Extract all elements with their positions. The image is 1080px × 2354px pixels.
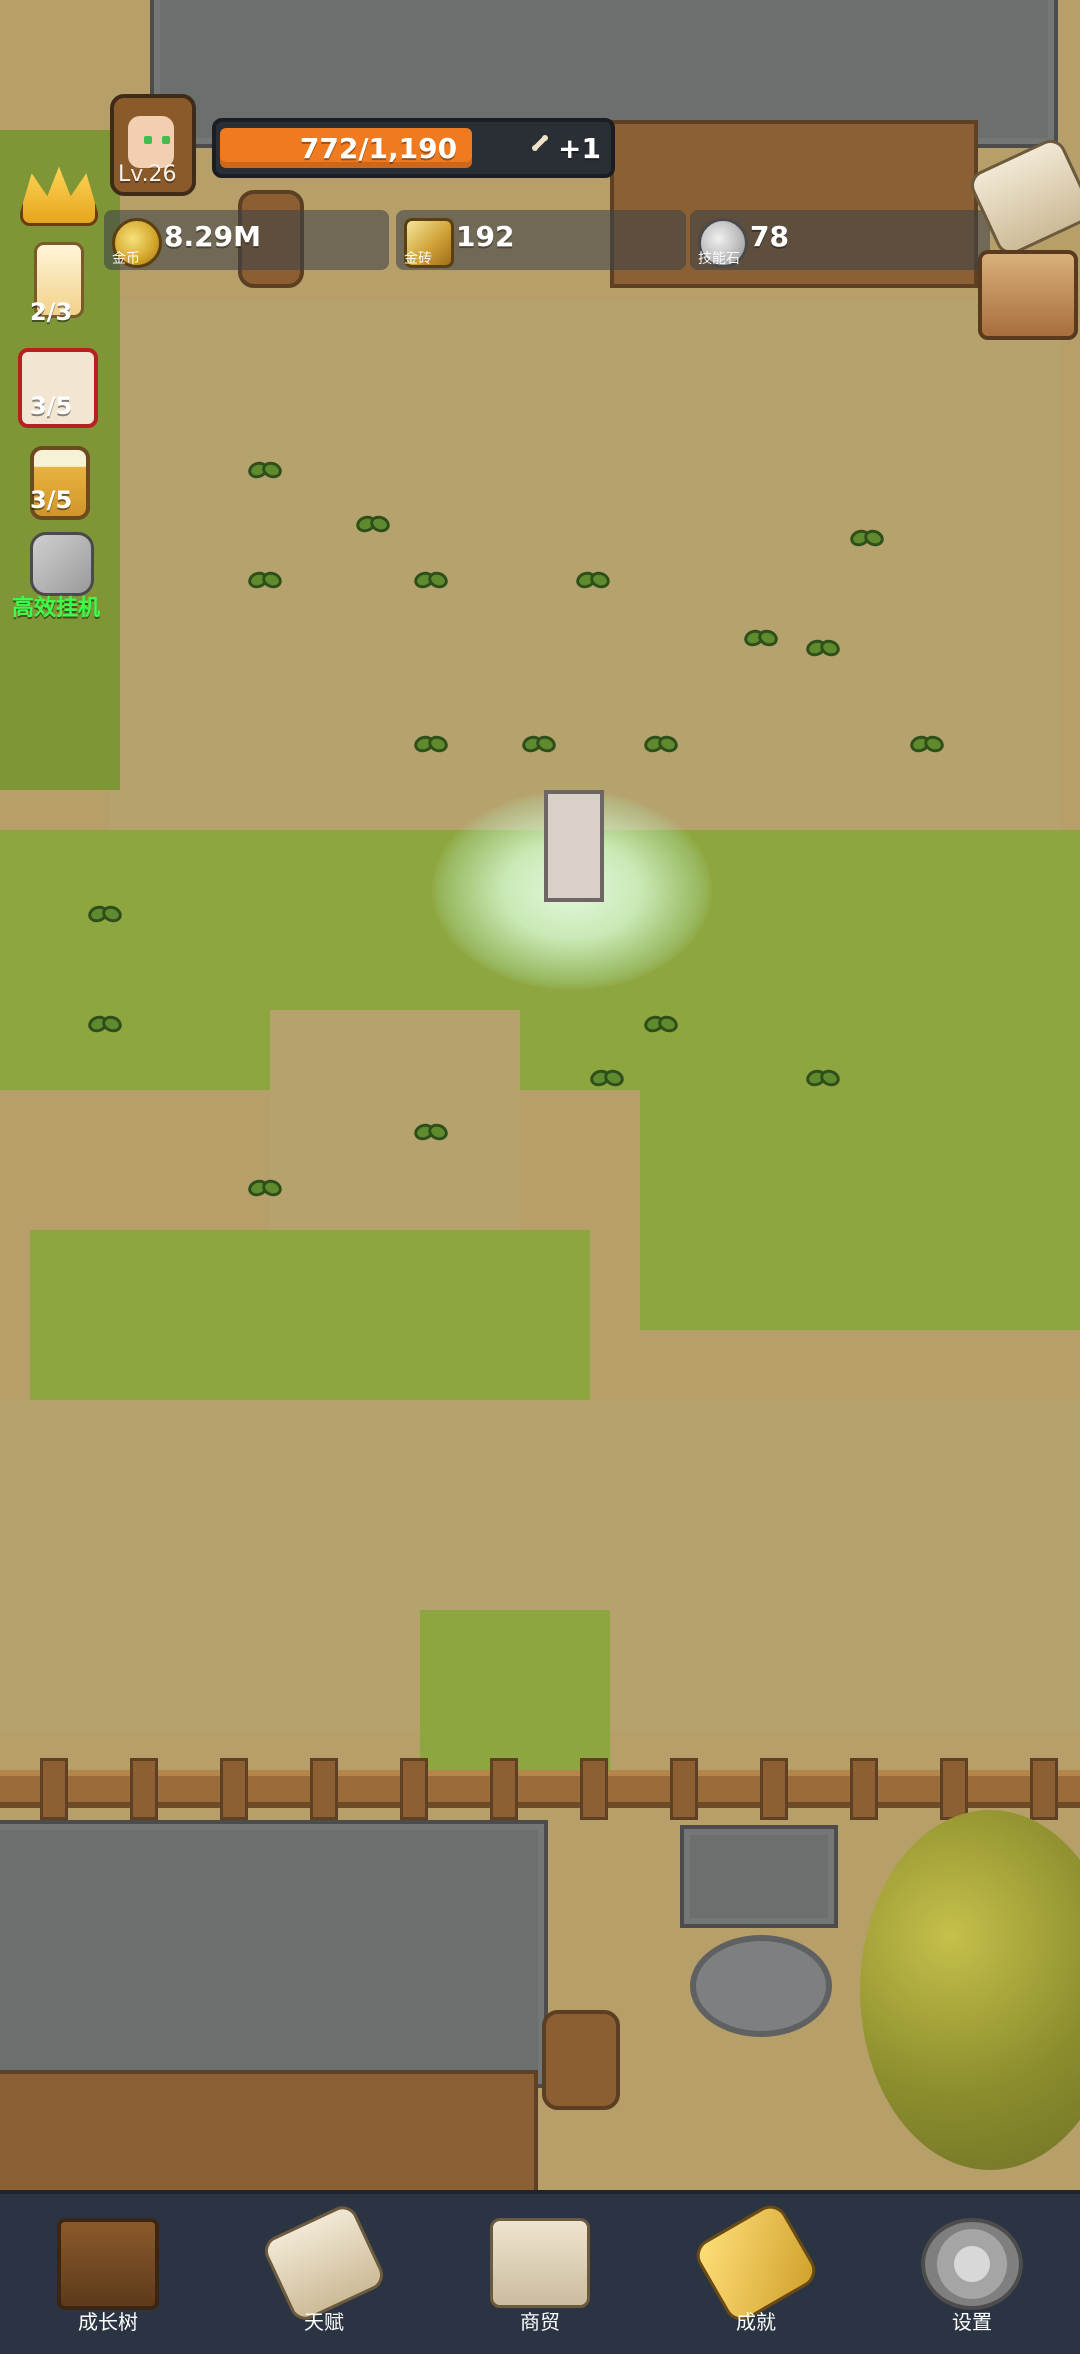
nav-trade[interactable]: 商贸 — [450, 2218, 630, 2338]
house-roof-bottom — [0, 1820, 548, 2088]
xp-bar-text: 772/1,190 — [299, 132, 458, 165]
nav-talent[interactable]: 天赋 — [234, 2201, 414, 2338]
nav-talent-label: 天赋 — [304, 2310, 344, 2334]
candle-count: 2/3 — [30, 298, 73, 326]
fence-post — [220, 1758, 248, 1820]
plant-sprout — [806, 1066, 840, 1092]
house-wall-bottom — [0, 2070, 538, 2198]
settings-gear-icon — [921, 2218, 1023, 2310]
skill-stones-label: 技能石 — [698, 251, 740, 267]
fence-post — [400, 1758, 428, 1820]
plant-sprout — [644, 732, 678, 758]
plant-sprout — [88, 902, 122, 928]
fence-post — [850, 1758, 878, 1820]
gold-coins-label: 金币 — [112, 251, 140, 267]
plant-sprout — [356, 512, 390, 538]
plant-sprout — [248, 458, 282, 484]
treasure-chest-icon[interactable] — [978, 250, 1078, 340]
stone-well — [690, 1935, 832, 2037]
xp-bonus: +1 — [558, 132, 601, 165]
nav-growth-tree-label: 成长树 — [78, 2310, 138, 2334]
fence-post — [1030, 1758, 1058, 1820]
avatar-eye — [162, 136, 170, 144]
plant-sprout — [248, 568, 282, 594]
nav-achievements-label: 成就 — [736, 2310, 776, 2334]
plant-sprout — [88, 1012, 122, 1038]
barrel-bottom — [542, 2010, 620, 2110]
avatar-eye — [144, 136, 152, 144]
beer-mug-count: 3/5 — [30, 486, 73, 514]
plant-sprout — [910, 732, 944, 758]
bone-icon — [532, 135, 548, 151]
xp-bar: 772/1,190 +1 — [212, 118, 615, 178]
plant-sprout — [522, 732, 556, 758]
fence-post — [40, 1758, 68, 1820]
game-screen: { "hud": { "level": "Lv.26", "xp_text": … — [0, 0, 1080, 2354]
resource-skill-stones[interactable]: 78 技能石 — [690, 210, 990, 270]
plant-sprout — [806, 636, 840, 662]
fence-rail — [0, 1770, 1080, 1808]
stone-monument[interactable] — [544, 790, 604, 902]
plant-sprout — [414, 568, 448, 594]
gold-coins-value: 8.29M — [164, 220, 261, 253]
fence-post — [940, 1758, 968, 1820]
plant-sprout — [248, 1176, 282, 1202]
fence-post — [130, 1758, 158, 1820]
bottom-navigation: 成长树 天赋 商贸 成就 设置 — [0, 2190, 1080, 2354]
plant-sprout — [590, 1066, 624, 1092]
gold-bars-label: 金砖 — [404, 251, 432, 267]
fence-post — [490, 1758, 518, 1820]
auto-idle-label[interactable]: 高效挂机 — [12, 590, 100, 622]
fence-post — [760, 1758, 788, 1820]
nav-settings-label: 设置 — [952, 2310, 992, 2334]
wrench-key-icon[interactable] — [30, 532, 94, 596]
nav-growth-tree[interactable]: 成长树 — [18, 2218, 198, 2338]
well-roof — [680, 1825, 838, 1928]
player-level: Lv.26 — [118, 162, 177, 187]
nav-settings[interactable]: 设置 — [882, 2218, 1062, 2338]
skill-stones-value: 78 — [750, 220, 789, 253]
nav-achievements[interactable]: 成就 — [666, 2199, 846, 2338]
plant-sprout — [414, 1120, 448, 1146]
trade-map-icon — [490, 2218, 590, 2308]
plant-sprout — [644, 1012, 678, 1038]
plant-sprout — [744, 626, 778, 652]
plant-sprout — [850, 526, 884, 552]
nav-trade-label: 商贸 — [520, 2310, 560, 2334]
growth-tree-book-icon — [57, 2218, 159, 2310]
resource-gold-bars[interactable]: 192 金砖 — [396, 210, 686, 270]
plant-sprout — [414, 732, 448, 758]
dice-count: 3/5 — [30, 392, 73, 420]
fence-post — [670, 1758, 698, 1820]
grass-right-middle — [640, 1070, 1080, 1330]
plant-sprout — [576, 568, 610, 594]
fence-post — [580, 1758, 608, 1820]
resource-gold-coins[interactable]: 8.29M 金币 — [104, 210, 389, 270]
fence-post — [310, 1758, 338, 1820]
gold-bars-value: 192 — [456, 220, 515, 253]
